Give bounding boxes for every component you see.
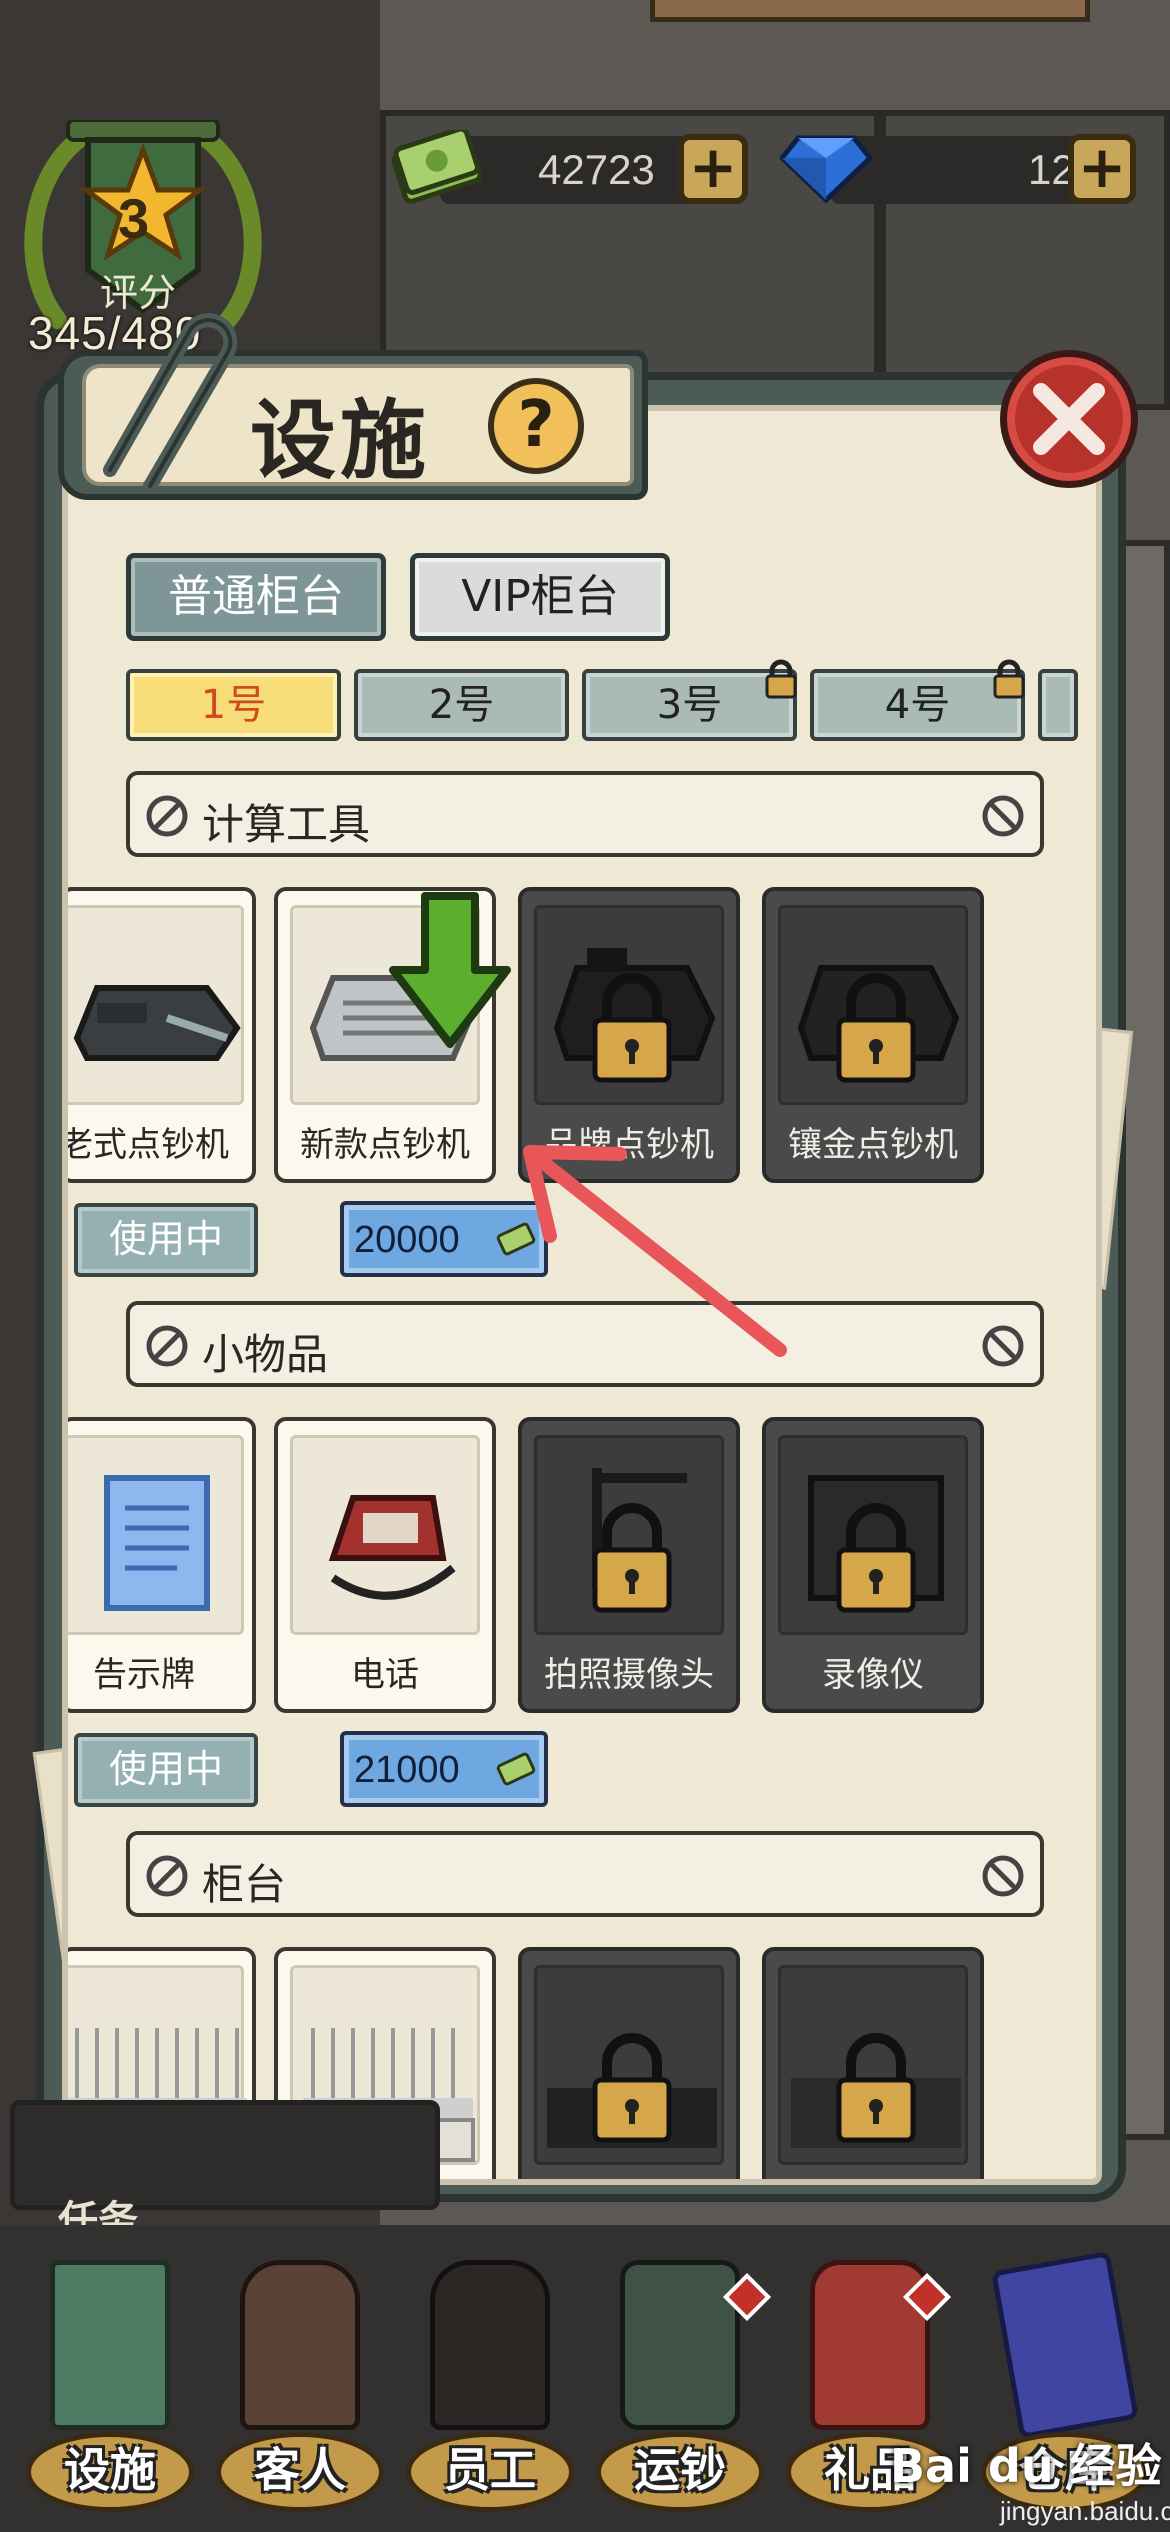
cash-icon — [496, 1752, 536, 1786]
in-use-tag: 使用中 — [74, 1733, 258, 1807]
dialog-title: 设施 — [250, 391, 430, 491]
item-card-telephone[interactable]: 电话 — [274, 1417, 496, 1713]
background-wood-beam — [650, 0, 1090, 22]
nav-label: 客人 — [254, 2443, 346, 2497]
item-name: 老式点钞机 — [62, 1125, 229, 1165]
prohibit-icon[interactable] — [980, 1853, 1026, 1899]
price-value: 21000 — [354, 1749, 460, 1791]
price-value: 20000 — [354, 1219, 460, 1261]
collapse-icon[interactable] — [144, 793, 190, 839]
gold-counting-machine-icon — [778, 905, 968, 1105]
baidu-watermark: Bai du 经验 — [890, 2439, 1162, 2493]
help-button[interactable]: ? — [488, 378, 584, 474]
nav-staff[interactable]: 员工 — [400, 2260, 580, 2520]
lock-icon — [993, 659, 1025, 699]
nav-customers[interactable]: 客人 — [210, 2260, 390, 2520]
counter-tab-1[interactable]: 1号 — [126, 669, 341, 741]
steel-counter-icon — [778, 1965, 968, 2165]
lock-icon — [765, 659, 797, 699]
tab-vip-counter[interactable]: VIP柜台 — [410, 553, 670, 641]
nav-facilities[interactable]: 设施 — [20, 2260, 200, 2520]
nav-label: 运钞 — [634, 2443, 726, 2497]
bank-card-icon — [991, 2250, 1139, 2440]
dark-counter-icon — [534, 1965, 724, 2165]
old-counting-machine-icon — [68, 905, 244, 1105]
section-title: 计算工具 — [202, 800, 371, 849]
annotation-arrow-icon — [523, 1145, 787, 1357]
cash-icon — [392, 130, 482, 204]
item-card-steel-counter[interactable] — [762, 1947, 984, 2179]
add-gems-button[interactable]: + — [1068, 134, 1136, 204]
telephone-icon — [290, 1435, 480, 1635]
handbag-icon — [810, 2260, 930, 2430]
item-card-camera[interactable]: 拍照摄像头 — [518, 1417, 740, 1713]
camera-icon — [534, 1435, 724, 1635]
item-name: 录像仪 — [822, 1655, 924, 1695]
staff-icon — [430, 2260, 550, 2430]
section-header-counters: 柜台 — [126, 1831, 1044, 1917]
counter-tab-2[interactable]: 2号 — [354, 669, 569, 741]
watermark-url: jingyan.baidu.com — [1000, 2496, 1170, 2526]
paperclip-icon — [103, 313, 238, 490]
item-name: 新款点钞机 — [300, 1125, 470, 1165]
armored-truck-icon — [620, 2260, 740, 2430]
item-name: 告示牌 — [93, 1655, 195, 1695]
cash-value: 42723 — [538, 146, 655, 193]
brand-counting-machine-icon — [534, 905, 724, 1105]
nav-cash-transport[interactable]: 运钞 — [590, 2260, 772, 2520]
item-card-notice-board[interactable]: 告示牌 — [68, 1417, 256, 1713]
collapse-icon[interactable] — [144, 1323, 190, 1369]
section-header-calculation-tools: 计算工具 — [126, 771, 1044, 857]
item-card-video-recorder[interactable]: 录像仪 — [762, 1417, 984, 1713]
collapse-icon[interactable] — [144, 1853, 190, 1899]
nav-label: 员工 — [444, 2443, 536, 2497]
item-card-dark-counter[interactable] — [518, 1947, 740, 2179]
item-card-old-counter[interactable]: 老式点钞机 — [62, 887, 256, 1183]
counter-tab-5-partial[interactable] — [1038, 669, 1078, 741]
down-arrow-icon — [389, 892, 511, 1048]
add-cash-button[interactable]: + — [678, 134, 748, 204]
customer-icon — [240, 2260, 360, 2430]
close-icon — [1033, 383, 1105, 455]
tab-normal-counter[interactable]: 普通柜台 — [126, 553, 386, 641]
atm-icon — [50, 2260, 170, 2430]
section-title: 柜台 — [202, 1860, 287, 1909]
item-name: 拍照摄像头 — [544, 1655, 714, 1695]
notice-board-icon — [68, 1435, 244, 1635]
price-tag[interactable]: 21000 — [340, 1731, 548, 1807]
in-use-tag: 使用中 — [74, 1203, 258, 1277]
video-recorder-icon — [778, 1435, 968, 1635]
section-title: 小物品 — [202, 1330, 329, 1379]
rating-level: 3 — [118, 187, 150, 250]
item-name: 电话 — [351, 1655, 419, 1695]
prohibit-icon[interactable] — [980, 1323, 1026, 1369]
nav-label: 设施 — [64, 2443, 156, 2497]
diamond-icon — [780, 135, 872, 204]
prohibit-icon[interactable] — [980, 793, 1026, 839]
close-button[interactable] — [1000, 350, 1138, 488]
